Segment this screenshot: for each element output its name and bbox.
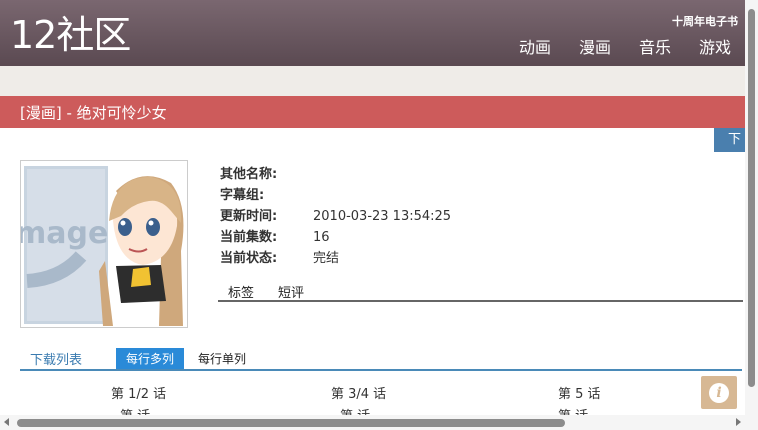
horizontal-scroll-thumb[interactable] — [17, 419, 565, 427]
cover-image: mage — [20, 160, 188, 328]
horizontal-scrollbar[interactable] — [0, 415, 758, 430]
nav-item-games[interactable]: 游戏 — [699, 37, 731, 59]
info-label: 当前状态: — [220, 251, 278, 266]
page-title: [漫画] - 绝对可怜少女 — [20, 104, 167, 122]
info-row-subtitle-group: 字幕组: — [220, 185, 451, 206]
info-label: 字幕组: — [220, 188, 265, 203]
info-row-update-time: 更新时间: 2010-03-23 13:54:25 — [220, 206, 451, 227]
tab-reviews[interactable]: 短评 — [278, 282, 304, 301]
episode-link[interactable]: 第 1/2 话 — [111, 383, 166, 402]
nav-item-anime[interactable]: 动画 — [519, 37, 551, 59]
anniversary-link[interactable]: 十周年电子书 — [672, 13, 738, 29]
nav-item-music[interactable]: 音乐 — [639, 37, 671, 59]
download-list-title[interactable]: 下载列表 — [30, 349, 82, 368]
mode-multi-column-button[interactable]: 每行多列 — [116, 348, 185, 369]
download-list-header: 下载列表 每行多列 每行单列 — [20, 347, 742, 371]
info-label: 当前集数: — [220, 230, 278, 245]
detail-tabs: 标签 短评 — [218, 280, 743, 302]
episode-link-partial[interactable]: 第 话 — [340, 407, 370, 415]
info-value: 16 — [313, 230, 330, 245]
info-row-alt-name: 其他名称: — [220, 164, 451, 185]
vertical-scroll-thumb[interactable] — [748, 9, 755, 387]
episode-link-partial[interactable]: 第 话 — [558, 407, 588, 415]
episode-link-partial[interactable]: 第 话 — [120, 407, 150, 415]
scroll-left-arrow[interactable] — [4, 418, 9, 426]
info-row-status: 当前状态: 完结 — [220, 248, 451, 269]
vertical-scrollbar[interactable] — [745, 0, 758, 415]
sub-header-band — [0, 65, 745, 97]
cover-illustration: mage — [21, 161, 187, 327]
nav-item-manga[interactable]: 漫画 — [579, 37, 611, 59]
scroll-right-arrow[interactable] — [736, 418, 741, 426]
info-panel: 其他名称: 字幕组: 更新时间: 2010-03-23 13:54:25 当前集… — [220, 164, 451, 269]
info-value: 2010-03-23 13:54:25 — [313, 209, 452, 224]
tab-tags[interactable]: 标签 — [228, 282, 254, 301]
info-label: 其他名称: — [220, 167, 278, 182]
info-row-episode-count: 当前集数: 16 — [220, 227, 451, 248]
site-logo[interactable]: 12社区 — [10, 12, 131, 58]
mode-single-column-button[interactable]: 每行单列 — [198, 350, 246, 367]
download-button[interactable]: 下 — [714, 128, 745, 152]
episode-link[interactable]: 第 3/4 话 — [331, 383, 386, 402]
info-value: 完结 — [313, 251, 340, 266]
page-title-bar: [漫画] - 绝对可怜少女 — [0, 96, 745, 128]
info-label: 更新时间: — [220, 209, 278, 224]
site-header: 12社区 十周年电子书 动画 漫画 音乐 游戏 — [0, 0, 745, 65]
placeholder-image-text: mage — [21, 216, 108, 251]
episode-link[interactable]: 第 5 话 — [558, 383, 601, 402]
info-icon[interactable]: i — [701, 376, 737, 409]
main-nav: 动画 漫画 音乐 游戏 — [491, 37, 731, 59]
